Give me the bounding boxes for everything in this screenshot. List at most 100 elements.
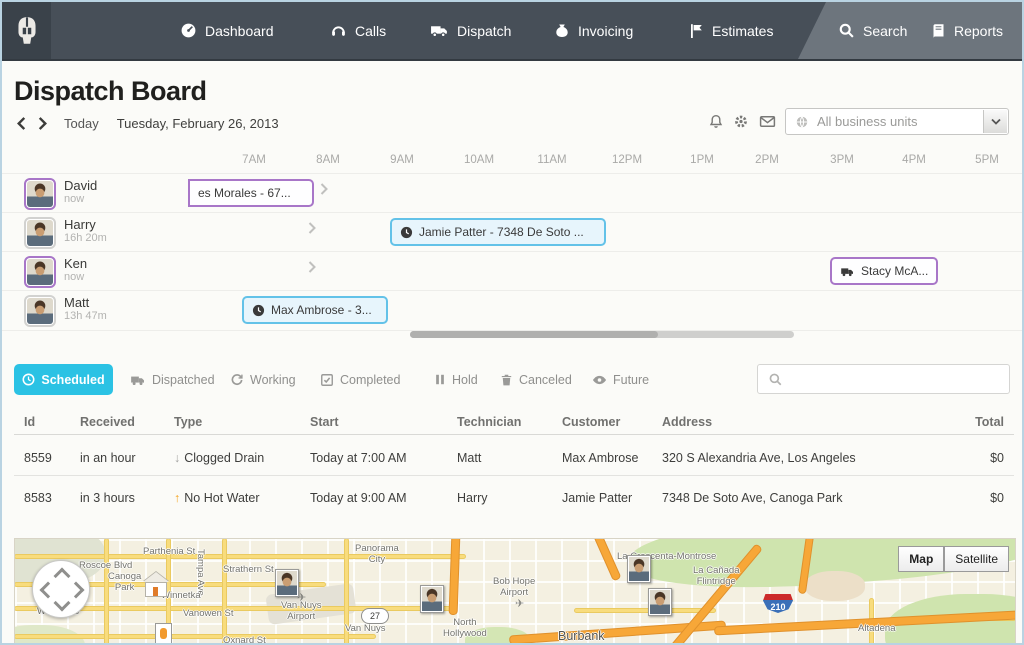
tab-label: Scheduled	[41, 373, 104, 387]
flag-icon	[688, 23, 704, 39]
tab-completed[interactable]: Completed	[320, 364, 400, 395]
column-header-address[interactable]: Address	[662, 415, 944, 429]
appointment-block-stacy[interactable]: Stacy McA...	[830, 257, 938, 285]
map-place-label: Parthenia St	[143, 547, 195, 558]
jobs-search-box[interactable]	[757, 364, 1010, 394]
table-row-8583[interactable]: 8583 in 3 hours ↑No Hot Water Today at 9…	[2, 483, 1024, 513]
avatar-david[interactable]	[24, 178, 56, 210]
cell-total: $0	[944, 451, 1004, 465]
pan-up-arrow[interactable]	[54, 568, 71, 585]
notifications-bell-icon[interactable]	[708, 113, 724, 130]
route-27-badge: 27	[361, 608, 389, 624]
map-place-label: Altadena	[858, 624, 896, 635]
cell-type: ↓Clogged Drain	[174, 451, 310, 465]
satellite-view-button[interactable]: Satellite	[944, 546, 1009, 572]
nav-item-reports[interactable]: Reports	[930, 2, 1003, 59]
timeline-hour-1pm: 1PM	[690, 154, 714, 166]
technician-status: 13h 47m	[64, 310, 107, 322]
clock-icon	[400, 226, 413, 239]
scrollbar-thumb[interactable]	[410, 331, 658, 338]
business-units-dropdown[interactable]: All business units	[785, 108, 1009, 135]
map-place-label: Bob Hope Airport	[493, 577, 535, 599]
house-roof	[143, 559, 169, 582]
avatar-photo	[27, 181, 53, 207]
technician-photo	[422, 587, 442, 611]
nav-item-invoicing[interactable]: Invoicing	[554, 2, 633, 59]
column-header-received[interactable]: Received	[80, 415, 174, 429]
nav-item-estimates[interactable]: Estimates	[688, 2, 773, 59]
search-input[interactable]	[789, 371, 1009, 388]
column-header-total[interactable]: Total	[944, 415, 1004, 429]
settings-gear-icon[interactable]	[733, 113, 749, 130]
avatar-ken[interactable]	[24, 256, 56, 288]
map-marker-home-office[interactable]	[143, 567, 169, 591]
column-header-start[interactable]: Start	[310, 415, 457, 429]
nav-label: Dashboard	[205, 23, 274, 39]
technician-status: now	[64, 271, 84, 283]
map-marker-technician[interactable]	[648, 588, 672, 616]
airport-plane-icon: ✈	[515, 597, 524, 610]
priority-down-arrow-icon: ↓	[174, 451, 180, 465]
table-row-8559[interactable]: 8559 in an hour ↓Clogged Drain Today at …	[2, 443, 1024, 473]
house-body	[145, 582, 167, 597]
previous-day-button[interactable]	[16, 117, 27, 130]
nav-item-search[interactable]: Search	[838, 2, 907, 59]
map-type-controls: Map Satellite	[898, 546, 1009, 572]
company-logo[interactable]	[2, 2, 51, 59]
column-header-customer[interactable]: Customer	[562, 415, 662, 429]
column-header-technician[interactable]: Technician	[457, 415, 562, 429]
appointment-block-jamie-patter[interactable]: Jamie Patter - 7348 De Soto ...	[390, 218, 606, 246]
map-marker-technician[interactable]	[275, 569, 299, 597]
nav-item-dashboard[interactable]: Dashboard	[180, 2, 274, 59]
search-icon	[838, 22, 855, 39]
nav-item-dispatch[interactable]: Dispatch	[430, 2, 511, 59]
column-header-type[interactable]: Type	[174, 415, 310, 429]
map-place-label: Tampa Ave	[194, 549, 205, 596]
timeline-horizontal-scrollbar[interactable]	[410, 331, 794, 338]
nav-label: Invoicing	[578, 23, 633, 39]
map-view-button[interactable]: Map	[898, 546, 944, 572]
technician-map[interactable]: Parthenia StTampa AveStrathern StPanoram…	[14, 538, 1016, 645]
pan-down-arrow[interactable]	[54, 595, 71, 612]
nav-label: Reports	[954, 23, 1003, 39]
cell-address: 320 S Alexandria Ave, Los Angeles	[662, 451, 944, 465]
appointment-block-max-ambrose[interactable]: Max Ambrose - 3...	[242, 296, 388, 324]
timeline-hour-12pm: 12PM	[612, 154, 642, 166]
timeline-hour-8am: 8AM	[316, 154, 340, 166]
map-marker-technician[interactable]	[627, 555, 651, 583]
map-place-label: Oxnard St	[223, 636, 266, 645]
messages-envelope-icon[interactable]	[759, 113, 776, 130]
headset-icon	[330, 22, 347, 39]
map-pan-control[interactable]	[32, 560, 90, 618]
tab-future[interactable]: Future	[592, 364, 649, 395]
date-navigation: Today Tuesday, February 26, 2013	[16, 113, 279, 133]
avatar-matt[interactable]	[24, 295, 56, 327]
pan-left-arrow[interactable]	[40, 582, 57, 599]
cell-technician: Harry	[457, 491, 562, 505]
next-day-button[interactable]	[37, 117, 48, 130]
technician-photo	[650, 590, 670, 614]
marker-figure	[160, 628, 167, 639]
appointment-block-morales[interactable]: es Morales - 67...	[188, 179, 314, 207]
tab-hold[interactable]: Hold	[434, 364, 478, 395]
map-marker-technician[interactable]	[420, 585, 444, 613]
map-place-label: Vanowen St	[183, 609, 234, 620]
dropdown-arrow-button[interactable]	[983, 110, 1007, 133]
table-header-row: Id Received Type Start Technician Custom…	[2, 410, 1024, 434]
travel-chevron-icon	[320, 183, 328, 195]
column-header-id[interactable]: Id	[24, 415, 80, 429]
nav-item-calls[interactable]: Calls	[330, 2, 386, 59]
avatar-harry[interactable]	[24, 217, 56, 249]
current-date: Tuesday, February 26, 2013	[117, 116, 279, 131]
technician-row-harry: Harry 16h 20m Jamie Patter - 7348 De Sot…	[2, 212, 1024, 252]
timeline-hour-5pm: 5PM	[975, 154, 999, 166]
pan-right-arrow[interactable]	[68, 582, 85, 599]
tab-scheduled[interactable]: Scheduled	[14, 364, 113, 395]
tab-dispatched[interactable]: Dispatched	[130, 364, 215, 395]
tab-working[interactable]: Working	[230, 364, 296, 395]
cell-start: Today at 9:00 AM	[310, 491, 457, 505]
map-marker-small[interactable]	[155, 623, 172, 644]
tab-canceled[interactable]: Canceled	[500, 364, 572, 395]
today-button[interactable]: Today	[64, 116, 99, 131]
map-place-label: Van Nuys	[345, 624, 385, 635]
